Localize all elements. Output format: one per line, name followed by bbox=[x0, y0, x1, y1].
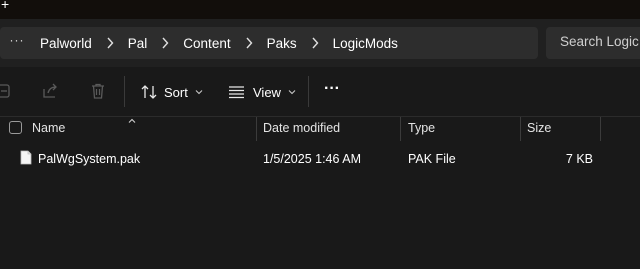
chevron-right-icon[interactable] bbox=[297, 37, 333, 49]
view-icon bbox=[228, 85, 245, 99]
address-row: ··· Palworld Pal Content Paks LogicMods … bbox=[0, 19, 640, 67]
breadcrumb-paks[interactable]: Paks bbox=[267, 36, 297, 51]
share-icon[interactable] bbox=[0, 83, 12, 104]
column-name[interactable]: Name bbox=[32, 121, 65, 135]
column-type[interactable]: Type bbox=[408, 121, 435, 135]
command-bar: Sort View ··· bbox=[0, 67, 640, 116]
more-breadcrumbs-icon[interactable]: ··· bbox=[4, 33, 30, 47]
search-input[interactable]: Search Logic bbox=[546, 27, 640, 59]
chevron-right-icon[interactable] bbox=[92, 37, 128, 49]
breadcrumb-palworld[interactable]: Palworld bbox=[40, 36, 92, 51]
chevron-right-icon[interactable] bbox=[147, 37, 183, 49]
breadcrumb-pal[interactable]: Pal bbox=[128, 36, 148, 51]
delete-icon[interactable] bbox=[90, 83, 106, 104]
chevron-down-icon bbox=[195, 89, 203, 95]
column-header-row: Name Date modified Type Size bbox=[0, 117, 640, 141]
breadcrumb-logicmods[interactable]: LogicMods bbox=[333, 36, 398, 51]
column-size[interactable]: Size bbox=[527, 121, 551, 135]
view-button[interactable]: View bbox=[228, 79, 296, 105]
sort-icon bbox=[141, 84, 158, 100]
column-divider[interactable] bbox=[400, 117, 401, 141]
file-icon bbox=[20, 150, 32, 168]
table-row[interactable]: PalWgSystem.pak 1/5/2025 1:46 AM PAK Fil… bbox=[0, 146, 640, 170]
chevron-down-icon bbox=[288, 89, 296, 95]
toolbar-divider bbox=[124, 76, 125, 107]
breadcrumb-content[interactable]: Content bbox=[183, 36, 230, 51]
new-tab-icon[interactable]: + bbox=[1, 0, 9, 12]
share-arrow-icon[interactable] bbox=[41, 83, 59, 104]
column-divider[interactable] bbox=[520, 117, 521, 141]
select-all-checkbox[interactable] bbox=[9, 121, 22, 134]
column-date-modified[interactable]: Date modified bbox=[263, 121, 340, 135]
address-bar[interactable]: ··· Palworld Pal Content Paks LogicMods bbox=[0, 27, 538, 59]
file-date-modified: 1/5/2025 1:46 AM bbox=[263, 152, 361, 166]
column-divider[interactable] bbox=[256, 117, 257, 141]
sort-up-icon bbox=[128, 113, 136, 127]
more-options-icon[interactable]: ··· bbox=[324, 76, 340, 102]
view-label: View bbox=[253, 84, 281, 100]
toolbar-divider bbox=[308, 76, 309, 107]
column-divider[interactable] bbox=[600, 117, 601, 141]
sort-button[interactable]: Sort bbox=[141, 79, 203, 105]
sort-label: Sort bbox=[164, 84, 188, 100]
chevron-right-icon[interactable] bbox=[231, 37, 267, 49]
title-bar: + bbox=[0, 0, 640, 19]
file-size: 7 KB bbox=[565, 152, 593, 166]
file-name[interactable]: PalWgSystem.pak bbox=[38, 152, 140, 166]
file-type: PAK File bbox=[408, 152, 456, 166]
